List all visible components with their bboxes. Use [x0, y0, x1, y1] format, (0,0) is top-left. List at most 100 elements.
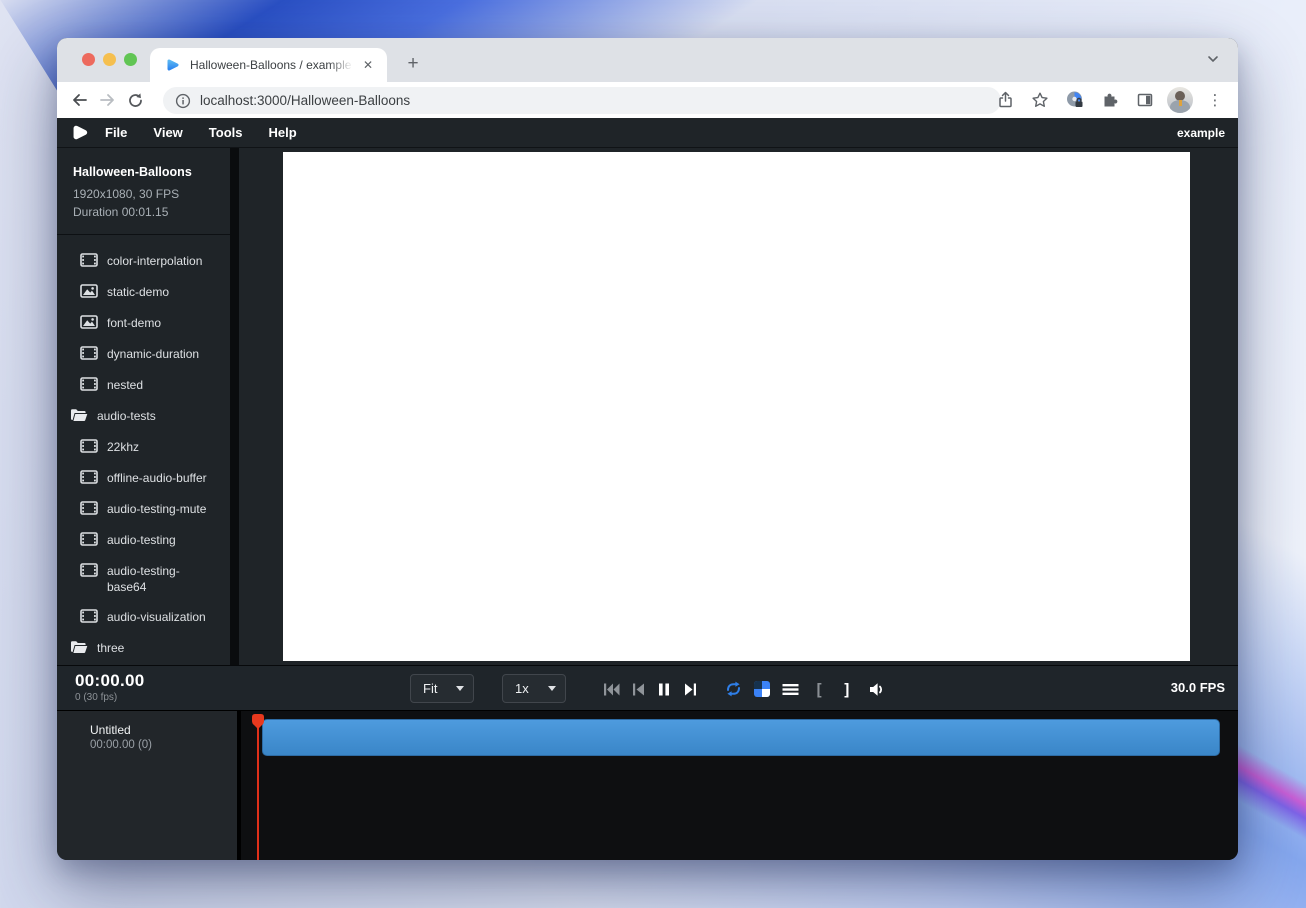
previous-frame-button[interactable]	[626, 678, 650, 700]
pause-button[interactable]	[652, 678, 676, 700]
extensions-puzzle-icon[interactable]	[1097, 87, 1123, 113]
sidebar-item-22khz[interactable]: 22khz	[57, 432, 230, 463]
menu-item-file[interactable]: File	[105, 125, 127, 140]
sidebar-item-label: audio-testing	[107, 532, 176, 548]
site-info-icon[interactable]	[175, 93, 191, 109]
composition-resolution: 1920x1080, 30 FPS	[73, 185, 216, 203]
sidebar-item-static-demo[interactable]: static-demo	[57, 277, 230, 308]
film-icon	[80, 439, 98, 453]
menu-item-view[interactable]: View	[153, 125, 182, 140]
timeline-tracks-button[interactable]	[778, 678, 802, 700]
size-select[interactable]: Fit	[410, 674, 474, 703]
playback-speed-value: 1x	[515, 681, 548, 696]
tab-search-chevron-icon[interactable]	[1206, 52, 1220, 66]
sidebar-folder-audio-tests[interactable]: audio-tests	[57, 401, 230, 432]
fps-display: 30.0 FPS	[1171, 680, 1225, 695]
tab-title: Halloween-Balloons / example	[190, 58, 353, 72]
sidebar-item-nested[interactable]: nested	[57, 370, 230, 401]
track-name: Untitled	[90, 723, 227, 737]
film-icon	[80, 470, 98, 484]
composition-list: color-interpolationstatic-demo font-demo d…	[57, 235, 230, 664]
composition-duration: Duration 00:01.15	[73, 203, 216, 221]
sidebar-item-dynamic-duration[interactable]: dynamic-duration	[57, 339, 230, 370]
share-icon[interactable]	[992, 87, 1018, 113]
remotion-favicon	[164, 57, 180, 73]
main-area: Halloween-Balloons 1920x1080, 30 FPS Dur…	[57, 148, 1238, 665]
browser-tab[interactable]: Halloween-Balloons / example ✕	[150, 48, 387, 82]
remotion-logo-icon[interactable]	[71, 124, 88, 141]
sidebar-item-audio-testing[interactable]: audio-testing	[57, 525, 230, 556]
browser-toolbar: localhost:3000/Halloween-Balloons	[57, 82, 1238, 118]
still-image-icon	[80, 284, 98, 298]
transparency-checkerboard-button[interactable]	[750, 678, 774, 700]
sidebar-divider[interactable]	[230, 148, 239, 665]
tab-strip: Halloween-Balloons / example ✕ +	[57, 38, 1238, 82]
minimize-window-button[interactable]	[103, 53, 116, 66]
in-point-button[interactable]: [	[807, 678, 831, 700]
timeline-track-area[interactable]	[241, 711, 1238, 860]
side-panel-icon[interactable]	[1132, 87, 1158, 113]
compositions-sidebar: Halloween-Balloons 1920x1080, 30 FPS Dur…	[57, 148, 230, 665]
props-editor-label[interactable]: example	[1177, 126, 1225, 140]
new-tab-button[interactable]: +	[399, 50, 427, 78]
sidebar-item-font-demo[interactable]: font-demo	[57, 308, 230, 339]
current-frame-info: 0 (30 fps)	[75, 692, 145, 703]
toolbar-right-icons: ⋮	[992, 82, 1228, 118]
app-menu-items: File View Tools Help	[105, 125, 323, 140]
back-button[interactable]	[65, 86, 93, 114]
preview-canvas	[283, 152, 1190, 661]
film-icon	[80, 377, 98, 391]
timeline-area: Untitled 00:00.00 (0)	[57, 711, 1238, 860]
profile-avatar[interactable]	[1167, 87, 1193, 113]
sidebar-item-label: audio-visualization	[107, 609, 206, 625]
skip-to-start-button[interactable]	[599, 678, 623, 700]
sidebar-item-label: three	[97, 640, 124, 656]
composition-title: Halloween-Balloons	[73, 165, 216, 179]
zoom-window-button[interactable]	[124, 53, 137, 66]
sidebar-item-audio-visualization[interactable]: audio-visualization	[57, 602, 230, 633]
playhead-marker-icon[interactable]	[250, 713, 266, 730]
sidebar-item-color-interpolation[interactable]: color-interpolation	[57, 246, 230, 277]
sidebar-item-label: nested	[107, 377, 143, 393]
size-select-value: Fit	[423, 681, 456, 696]
sidebar-item-label: offline-audio-buffer	[107, 470, 207, 486]
sidebar-item-audio-testing-mute[interactable]: audio-testing-mute	[57, 494, 230, 525]
still-image-icon	[80, 315, 98, 329]
next-frame-button[interactable]	[678, 678, 702, 700]
chevron-down-icon	[456, 686, 464, 691]
out-point-button[interactable]: ]	[835, 678, 859, 700]
extension-lock-icon[interactable]	[1062, 87, 1088, 113]
sidebar-item-offline-audio-buffer[interactable]: offline-audio-buffer	[57, 463, 230, 494]
film-icon	[80, 609, 98, 623]
bookmark-star-icon[interactable]	[1027, 87, 1053, 113]
composition-info: Halloween-Balloons 1920x1080, 30 FPS Dur…	[57, 148, 230, 235]
reload-button[interactable]	[121, 86, 149, 114]
film-icon	[80, 563, 98, 577]
sidebar-item-label: 22khz	[107, 439, 139, 455]
chevron-down-icon	[548, 686, 556, 691]
menu-item-tools[interactable]: Tools	[209, 125, 243, 140]
preview-area	[239, 148, 1238, 665]
timeline-sequence-bar[interactable]	[262, 719, 1220, 756]
volume-button[interactable]	[865, 678, 889, 700]
traffic-lights	[82, 53, 137, 66]
loop-toggle-button[interactable]	[721, 678, 745, 700]
avatar-shirt	[1179, 100, 1182, 106]
app-menu-bar: File View Tools Help example	[57, 118, 1238, 148]
tab-close-icon[interactable]: ✕	[359, 56, 377, 74]
film-icon	[80, 253, 98, 267]
sidebar-folder-three[interactable]: three	[57, 633, 230, 664]
menu-item-help[interactable]: Help	[269, 125, 297, 140]
browser-menu-icon[interactable]: ⋮	[1202, 87, 1228, 113]
playback-speed-select[interactable]: 1x	[502, 674, 566, 703]
sidebar-item-label: font-demo	[107, 315, 161, 331]
url-bar[interactable]: localhost:3000/Halloween-Balloons	[163, 87, 1001, 114]
playhead-line[interactable]	[257, 714, 259, 860]
close-window-button[interactable]	[82, 53, 95, 66]
current-timecode: 00:00.00	[75, 671, 145, 691]
sidebar-item-audio-testing-base64[interactable]: audio-testing-base64	[57, 556, 230, 602]
forward-button[interactable]	[93, 86, 121, 114]
player-controls-bar: 00:00.00 0 (30 fps) Fit 1x	[57, 665, 1238, 711]
sidebar-item-label: audio-testing-mute	[107, 501, 206, 517]
timecode-block: 00:00.00 0 (30 fps)	[75, 671, 145, 703]
